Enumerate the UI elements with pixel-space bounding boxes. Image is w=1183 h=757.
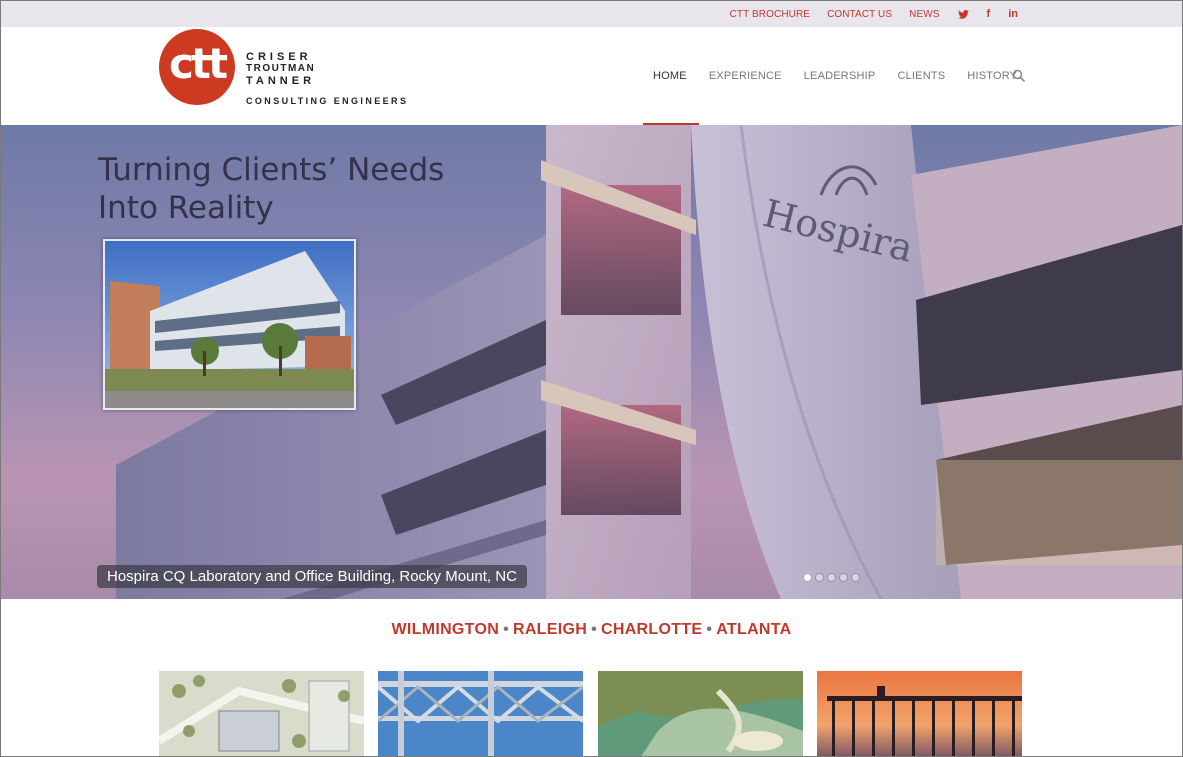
logo-subtitle: CONSULTING ENGINEERS (246, 96, 409, 106)
search-icon[interactable] (1012, 69, 1026, 83)
tile-coastal-aerial[interactable] (598, 671, 803, 756)
nav-home[interactable]: HOME (653, 70, 687, 82)
tile-bridge-truss[interactable] (378, 671, 583, 756)
brochure-link[interactable]: CTT BROCHURE (730, 9, 810, 20)
location-atlanta: ATLANTA (716, 621, 792, 638)
site-header: ctt CRISER TROUTMAN TANNER CONSULTING EN… (1, 27, 1182, 125)
tile-pier-sunset[interactable] (817, 671, 1022, 756)
hero-headline-line2: Into Reality (98, 190, 274, 226)
hero-headline: Turning Clients’ Needs Into Reality (98, 151, 498, 227)
project-thumbnail (103, 239, 356, 410)
utility-links: CTT BROCHURE CONTACT US NEWS f in (713, 8, 1018, 20)
slider-pagination (803, 573, 863, 582)
facebook-icon[interactable]: f (987, 8, 991, 20)
slide-dot-2[interactable] (815, 573, 824, 582)
hero-slider[interactable]: Hospira Turning Clients’ Needs Into Real… (1, 125, 1182, 599)
twitter-icon[interactable] (957, 9, 969, 19)
linkedin-icon[interactable]: in (1008, 8, 1018, 20)
logo-line-tanner: TANNER (246, 75, 316, 87)
nav-leadership[interactable]: LEADERSHIP (804, 70, 876, 82)
utility-bar: CTT BROCHURE CONTACT US NEWS f in (1, 1, 1182, 27)
hero-headline-line1: Turning Clients’ Needs (98, 152, 445, 188)
logo-line-troutman: TROUTMAN (246, 63, 316, 74)
slide-dot-1[interactable] (803, 573, 812, 582)
logo-line-criser: CRISER (246, 51, 312, 63)
location-raleigh: RALEIGH (512, 621, 588, 638)
logo-mark: ctt (159, 29, 235, 105)
location-charlotte: CHARLOTTE (600, 621, 703, 638)
slide-dot-3[interactable] (827, 573, 836, 582)
logo-mark-text: ctt (168, 39, 228, 88)
contact-us-link[interactable]: CONTACT US (827, 9, 892, 20)
location-wilmington: WILMINGTON (391, 621, 500, 638)
news-link[interactable]: NEWS (909, 9, 939, 20)
company-logo[interactable]: ctt CRISER TROUTMAN TANNER CONSULTING EN… (159, 29, 429, 107)
slide-dot-4[interactable] (839, 573, 848, 582)
office-locations: WILMINGTON • RALEIGH • CHARLOTTE • ATLANTA (391, 621, 792, 638)
nav-clients[interactable]: CLIENTS (897, 70, 945, 82)
nav-history[interactable]: HISTORY (967, 70, 1017, 82)
main-nav: HOME EXPERIENCE LEADERSHIP CLIENTS HISTO… (653, 70, 1039, 82)
slide-caption: Hospira CQ Laboratory and Office Buildin… (97, 565, 527, 588)
nav-experience[interactable]: EXPERIENCE (709, 70, 782, 82)
slide-dot-5[interactable] (851, 573, 860, 582)
tile-site-plan[interactable] (159, 671, 364, 756)
browser-viewport: CTT BROCHURE CONTACT US NEWS f in ctt CR… (0, 0, 1183, 757)
